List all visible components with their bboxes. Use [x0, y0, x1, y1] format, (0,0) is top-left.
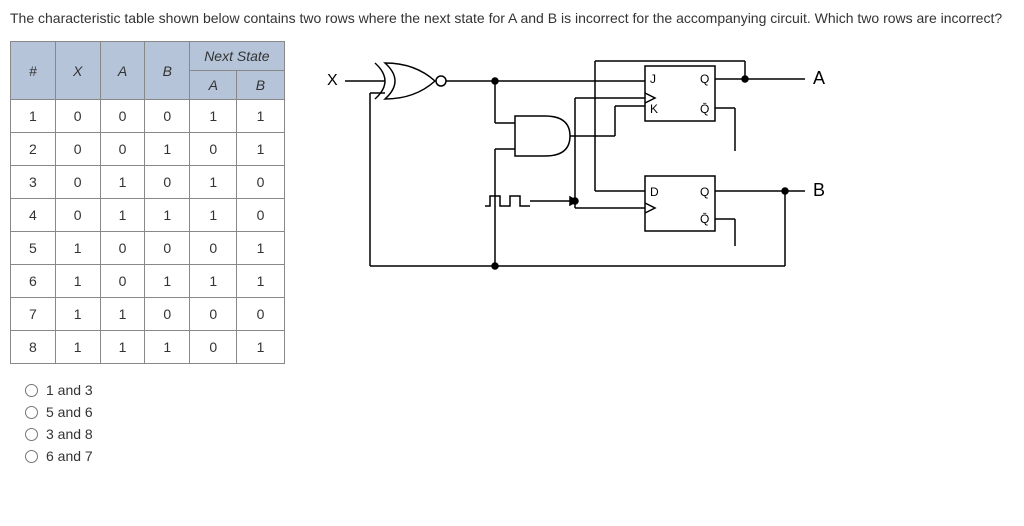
- cell: 4: [11, 199, 56, 232]
- table-row: 4 0 1 1 1 0: [11, 199, 285, 232]
- cell: 1: [145, 331, 190, 364]
- cell: 0: [55, 100, 100, 133]
- option-3-and-8[interactable]: 3 and 8: [10, 423, 1014, 445]
- table-row: 3 0 1 0 1 0: [11, 166, 285, 199]
- option-5-and-6[interactable]: 5 and 6: [10, 401, 1014, 423]
- option-label: 6 and 7: [46, 448, 93, 464]
- col-header-b: B: [145, 42, 190, 100]
- cell: 0: [100, 133, 145, 166]
- cell: 1: [237, 265, 284, 298]
- cell: 1: [11, 100, 56, 133]
- cell: 0: [237, 199, 284, 232]
- cell: 0: [190, 133, 237, 166]
- option-1-and-3[interactable]: 1 and 3: [10, 379, 1014, 401]
- cell: 1: [55, 331, 100, 364]
- answer-options: 1 and 3 5 and 6 3 and 8 6 and 7: [10, 379, 1014, 467]
- cell: 5: [11, 232, 56, 265]
- cell: 1: [55, 232, 100, 265]
- cell: 1: [237, 331, 284, 364]
- cell: 2: [11, 133, 56, 166]
- circuit-diagram: X: [315, 51, 835, 284]
- cell: 0: [55, 166, 100, 199]
- label-k: K: [650, 102, 658, 116]
- label-d: D: [650, 185, 659, 199]
- cell: 1: [237, 100, 284, 133]
- label-out-a: A: [813, 68, 825, 88]
- col-header-a: A: [100, 42, 145, 100]
- cell: 1: [100, 166, 145, 199]
- cell: 0: [237, 298, 284, 331]
- cell: 1: [190, 199, 237, 232]
- table-row: 7 1 1 0 0 0: [11, 298, 285, 331]
- option-label: 1 and 3: [46, 382, 93, 398]
- radio-input[interactable]: [25, 428, 38, 441]
- cell: 0: [145, 166, 190, 199]
- question-body: # X A B Next State A B 1 0 0 0 1 1 2: [10, 41, 1014, 364]
- cell: 1: [145, 265, 190, 298]
- cell: 0: [190, 331, 237, 364]
- cell: 0: [55, 199, 100, 232]
- cell: 1: [190, 166, 237, 199]
- cell: 0: [55, 133, 100, 166]
- label-qba: Q̄: [700, 102, 709, 116]
- cell: 1: [237, 232, 284, 265]
- cell: 0: [100, 100, 145, 133]
- col-subheader-b: B: [237, 71, 284, 100]
- cell: 1: [237, 133, 284, 166]
- label-j: J: [650, 72, 656, 86]
- col-header-next-state: Next State: [190, 42, 284, 71]
- option-label: 5 and 6: [46, 404, 93, 420]
- col-header-number: #: [11, 42, 56, 100]
- option-label: 3 and 8: [46, 426, 93, 442]
- label-out-b: B: [813, 180, 825, 200]
- cell: 1: [55, 298, 100, 331]
- radio-input[interactable]: [25, 450, 38, 463]
- option-6-and-7[interactable]: 6 and 7: [10, 445, 1014, 467]
- radio-input[interactable]: [25, 384, 38, 397]
- label-x: X: [327, 72, 338, 89]
- cell: 1: [190, 265, 237, 298]
- cell: 0: [100, 232, 145, 265]
- cell: 0: [190, 298, 237, 331]
- col-subheader-a: A: [190, 71, 237, 100]
- cell: 0: [145, 232, 190, 265]
- cell: 1: [100, 298, 145, 331]
- label-qa: Q: [700, 72, 709, 86]
- table-row: 6 1 0 1 1 1: [11, 265, 285, 298]
- cell: 7: [11, 298, 56, 331]
- cell: 0: [145, 298, 190, 331]
- characteristic-table: # X A B Next State A B 1 0 0 0 1 1 2: [10, 41, 285, 364]
- table-row: 1 0 0 0 1 1: [11, 100, 285, 133]
- circuit-svg: X: [315, 51, 835, 281]
- table-row: 8 1 1 1 0 1: [11, 331, 285, 364]
- cell: 6: [11, 265, 56, 298]
- cell: 8: [11, 331, 56, 364]
- cell: 0: [190, 232, 237, 265]
- question-text: The characteristic table shown below con…: [10, 10, 1014, 26]
- label-qb: Q: [700, 185, 709, 199]
- cell: 1: [100, 199, 145, 232]
- table-row: 5 1 0 0 0 1: [11, 232, 285, 265]
- cell: 1: [100, 331, 145, 364]
- cell: 3: [11, 166, 56, 199]
- cell: 1: [55, 265, 100, 298]
- cell: 0: [100, 265, 145, 298]
- col-header-x: X: [55, 42, 100, 100]
- cell: 1: [145, 133, 190, 166]
- label-qbb: Q̄: [700, 212, 709, 226]
- cell: 1: [145, 199, 190, 232]
- cell: 0: [145, 100, 190, 133]
- table-row: 2 0 0 1 0 1: [11, 133, 285, 166]
- cell: 0: [237, 166, 284, 199]
- cell: 1: [190, 100, 237, 133]
- radio-input[interactable]: [25, 406, 38, 419]
